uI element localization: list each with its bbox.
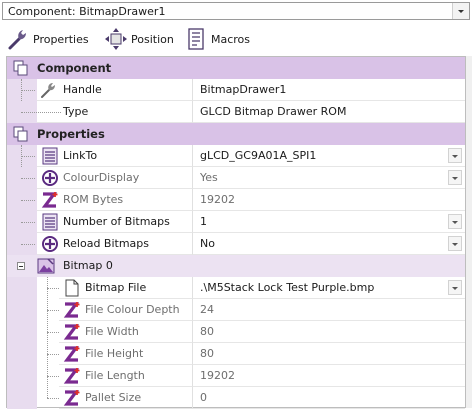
prop-linkto-row[interactable]: LinkTo gLCD_GC9A01A_SPI1 bbox=[7, 145, 465, 167]
category-properties[interactable]: Properties bbox=[7, 123, 465, 145]
prop-value: 1 bbox=[200, 215, 207, 228]
prop-name: Reload Bitmaps bbox=[63, 237, 150, 250]
component-selector[interactable]: Component: BitmapDrawer1 bbox=[2, 2, 470, 20]
toolbar: Properties Position Macros bbox=[0, 22, 474, 56]
prop-value: gLCD_GC9A01A_SPI1 bbox=[200, 149, 317, 162]
group-bitmap0-title: Bitmap 0 bbox=[63, 259, 113, 272]
wrench-icon bbox=[6, 27, 30, 51]
move-arrows-icon bbox=[104, 27, 128, 51]
file-icon bbox=[63, 279, 81, 297]
prop-value-cell[interactable]: No bbox=[192, 233, 465, 255]
prop-colourdisplay-row[interactable]: ColourDisplay Yes bbox=[7, 167, 465, 189]
prop-value: BitmapDrawer1 bbox=[200, 83, 287, 96]
prop-name: Handle bbox=[63, 83, 102, 96]
list-icon bbox=[41, 147, 59, 165]
prop-type-row[interactable]: Type GLCD Bitmap Drawer ROM bbox=[7, 101, 465, 123]
prop-value-cell: 0 bbox=[192, 387, 465, 409]
category-component-title: Component bbox=[37, 61, 112, 75]
macros-label: Macros bbox=[211, 32, 251, 46]
component-icon bbox=[13, 126, 29, 142]
prop-value-cell[interactable]: .\M5Stack Lock Test Purple.bmp bbox=[192, 277, 465, 299]
chevron-down-icon[interactable] bbox=[448, 214, 462, 229]
prop-name: File Height bbox=[85, 347, 144, 360]
chevron-down-icon[interactable] bbox=[448, 236, 462, 251]
prop-value: No bbox=[200, 237, 215, 250]
properties-button[interactable]: Properties bbox=[6, 26, 89, 52]
prop-value: 80 bbox=[200, 325, 214, 338]
prop-name: File Colour Depth bbox=[85, 303, 180, 316]
prop-value: 24 bbox=[200, 303, 214, 316]
category-properties-title: Properties bbox=[37, 127, 105, 141]
z-icon bbox=[63, 389, 81, 407]
prop-value-cell: 80 bbox=[192, 321, 465, 343]
wrench-icon bbox=[39, 81, 57, 99]
position-label: Position bbox=[131, 32, 174, 46]
property-grid: Component Handle BitmapDrawer1 Type GLCD bbox=[6, 56, 466, 409]
chevron-down-icon[interactable] bbox=[452, 3, 469, 19]
prop-name: Bitmap File bbox=[85, 281, 147, 294]
prop-numbitmaps-row[interactable]: Number of Bitmaps 1 bbox=[7, 211, 465, 233]
position-button[interactable]: Position bbox=[104, 26, 174, 52]
prop-value-cell: 19202 bbox=[192, 189, 465, 211]
prop-value-cell: 19202 bbox=[192, 365, 465, 387]
component-icon bbox=[13, 60, 29, 76]
prop-fileheight-row[interactable]: File Height 80 bbox=[7, 343, 465, 365]
prop-value: 19202 bbox=[200, 369, 235, 382]
prop-name: LinkTo bbox=[63, 149, 98, 162]
prop-name: ColourDisplay bbox=[63, 171, 140, 184]
plus-circle-icon bbox=[41, 235, 59, 253]
prop-value: .\M5Stack Lock Test Purple.bmp bbox=[200, 281, 375, 294]
prop-value-cell[interactable]: Yes bbox=[192, 167, 465, 189]
z-icon bbox=[63, 345, 81, 363]
chevron-down-icon[interactable] bbox=[448, 148, 462, 163]
list-icon bbox=[41, 213, 59, 231]
prop-value-cell[interactable]: 1 bbox=[192, 211, 465, 233]
prop-name: File Width bbox=[85, 325, 139, 338]
prop-name: Pallet Size bbox=[85, 391, 142, 404]
plus-circle-icon bbox=[41, 169, 59, 187]
prop-value: 19202 bbox=[200, 193, 235, 206]
prop-name: File Length bbox=[85, 369, 145, 382]
prop-name: Type bbox=[63, 105, 89, 118]
z-icon bbox=[41, 191, 59, 209]
prop-reloadbitmaps-row[interactable]: Reload Bitmaps No bbox=[7, 233, 465, 255]
prop-value: GLCD Bitmap Drawer ROM bbox=[200, 105, 347, 118]
prop-value-cell: 24 bbox=[192, 299, 465, 321]
component-selector-value: Component: BitmapDrawer1 bbox=[8, 5, 166, 18]
prop-filewidth-row[interactable]: File Width 80 bbox=[7, 321, 465, 343]
prop-filelength-row[interactable]: File Length 19202 bbox=[7, 365, 465, 387]
z-icon bbox=[63, 323, 81, 341]
prop-value-cell[interactable]: BitmapDrawer1 bbox=[192, 79, 465, 101]
prop-value: 0 bbox=[200, 391, 207, 404]
prop-handle-row[interactable]: Handle BitmapDrawer1 bbox=[7, 79, 465, 123]
macros-button[interactable]: Macros bbox=[184, 26, 250, 52]
properties-label: Properties bbox=[33, 32, 89, 46]
prop-value: 80 bbox=[200, 347, 214, 360]
prop-value-cell: 80 bbox=[192, 343, 465, 365]
chevron-down-icon[interactable] bbox=[448, 280, 462, 295]
chevron-down-icon[interactable] bbox=[448, 170, 462, 185]
prop-value: Yes bbox=[200, 171, 218, 184]
prop-value-cell[interactable]: gLCD_GC9A01A_SPI1 bbox=[192, 145, 465, 167]
category-component[interactable]: Component bbox=[7, 57, 465, 79]
scrollbar[interactable] bbox=[466, 56, 472, 408]
bitmap-icon bbox=[37, 257, 55, 275]
prop-rombytes-row[interactable]: ROM Bytes 19202 bbox=[7, 189, 465, 211]
group-bitmap0[interactable]: Bitmap 0 bbox=[7, 255, 465, 277]
prop-value-cell[interactable]: GLCD Bitmap Drawer ROM bbox=[192, 101, 465, 123]
prop-name: Number of Bitmaps bbox=[63, 215, 170, 228]
prop-bitmapfile-row[interactable]: Bitmap File .\M5Stack Lock Test Purple.b… bbox=[7, 277, 465, 299]
z-icon bbox=[63, 367, 81, 385]
prop-name: ROM Bytes bbox=[63, 193, 124, 206]
collapse-toggle[interactable] bbox=[17, 262, 25, 270]
prop-colourdepth-row[interactable]: File Colour Depth 24 bbox=[7, 299, 465, 321]
prop-palletsize-row[interactable]: Pallet Size 0 bbox=[7, 387, 465, 409]
macros-icon bbox=[184, 27, 208, 51]
z-icon bbox=[63, 301, 81, 319]
